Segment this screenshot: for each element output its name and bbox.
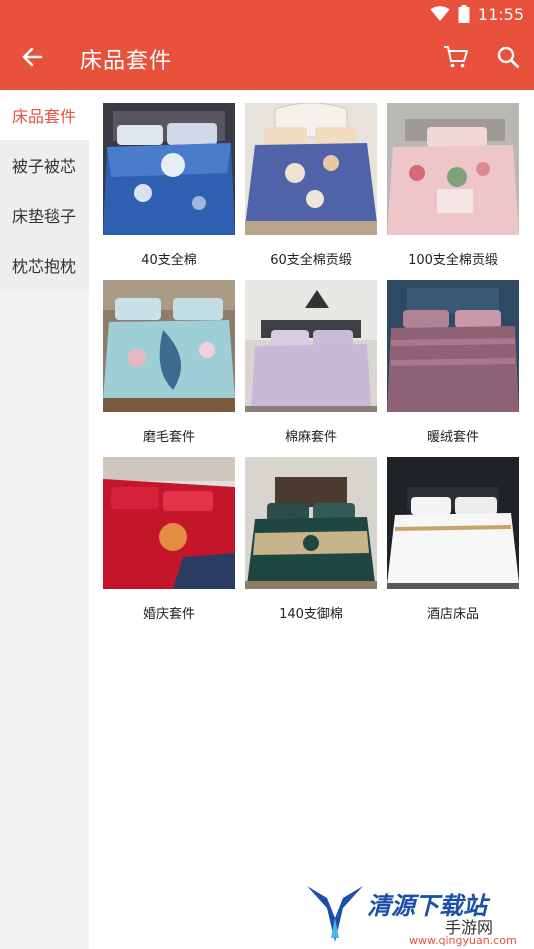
watermark-emblem-icon bbox=[307, 886, 363, 942]
search-icon bbox=[497, 46, 519, 72]
sidebar-item-label: 床品套件 bbox=[12, 107, 77, 126]
back-button[interactable] bbox=[0, 28, 64, 90]
watermark-logo: 清源下载站 手游网 www.qingyuan.com bbox=[305, 878, 530, 947]
cart-icon bbox=[443, 45, 469, 73]
product-image bbox=[103, 457, 235, 589]
category-sidebar: 床品套件 被子被芯 床垫毯子 枕芯抱枕 bbox=[0, 90, 89, 949]
cart-button[interactable] bbox=[430, 28, 482, 90]
product-label: 40支全棉 bbox=[141, 253, 197, 268]
product-tile[interactable]: 酒店床品 bbox=[387, 457, 519, 634]
product-tile[interactable]: 40支全棉 bbox=[103, 103, 235, 280]
product-image bbox=[245, 457, 377, 589]
search-button[interactable] bbox=[482, 28, 534, 90]
status-bar: 11:55 bbox=[0, 0, 534, 28]
watermark-url: www.qingyuan.com bbox=[409, 934, 517, 947]
product-image bbox=[387, 280, 519, 412]
product-image bbox=[245, 103, 377, 235]
page-title: 床品套件 bbox=[80, 49, 173, 74]
product-label: 100支全棉贡缎 bbox=[408, 253, 498, 268]
status-time: 11:55 bbox=[477, 4, 524, 24]
product-tile[interactable]: 140支御棉 bbox=[245, 457, 377, 634]
product-label: 60支全棉贡缎 bbox=[270, 253, 352, 268]
arrow-left-icon bbox=[21, 46, 43, 72]
product-label: 暖绒套件 bbox=[426, 430, 479, 445]
product-tile[interactable]: 100支全棉贡缎 bbox=[387, 103, 519, 280]
battery-icon bbox=[458, 5, 470, 23]
sidebar-item-bedding-sets[interactable]: 床品套件 bbox=[0, 90, 89, 140]
sidebar-item-label: 枕芯抱枕 bbox=[12, 257, 77, 276]
product-tile[interactable]: 棉麻套件 bbox=[245, 280, 377, 457]
product-tile[interactable]: 60支全棉贡缎 bbox=[245, 103, 377, 280]
product-image bbox=[103, 103, 235, 235]
product-label: 婚庆套件 bbox=[142, 607, 195, 622]
product-image bbox=[387, 103, 519, 235]
sidebar-item-label: 床垫毯子 bbox=[12, 207, 77, 226]
product-label: 磨毛套件 bbox=[142, 430, 195, 445]
product-label: 酒店床品 bbox=[426, 607, 479, 622]
product-image bbox=[103, 280, 235, 412]
product-tile[interactable]: 暖绒套件 bbox=[387, 280, 519, 457]
product-image bbox=[387, 457, 519, 589]
product-grid: 40支全棉 60支全棉贡缎 100支全棉贡缎 磨毛套件 棉麻套件 暖绒套件 婚庆… bbox=[103, 103, 523, 634]
app-bar: 床品套件 bbox=[0, 28, 534, 90]
sidebar-item-mattresses[interactable]: 床垫毯子 bbox=[0, 190, 89, 240]
product-label: 棉麻套件 bbox=[284, 430, 337, 445]
wifi-icon bbox=[430, 6, 450, 22]
product-label: 140支御棉 bbox=[279, 607, 343, 622]
product-tile[interactable]: 磨毛套件 bbox=[103, 280, 235, 457]
sidebar-item-pillows[interactable]: 枕芯抱枕 bbox=[0, 240, 89, 290]
product-image bbox=[245, 280, 377, 412]
sidebar-item-label: 被子被芯 bbox=[12, 157, 77, 176]
sidebar-item-quilts[interactable]: 被子被芯 bbox=[0, 140, 89, 190]
product-tile[interactable]: 婚庆套件 bbox=[103, 457, 235, 634]
